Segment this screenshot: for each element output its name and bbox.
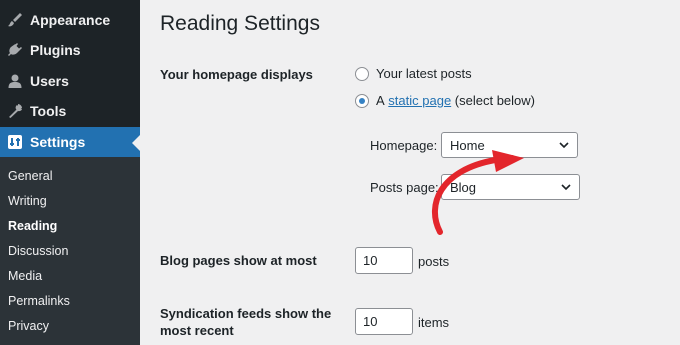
menu-item-appearance[interactable]: Appearance xyxy=(0,5,140,35)
submenu-item-media[interactable]: Media xyxy=(8,266,42,286)
menu-item-plugins[interactable]: Plugins xyxy=(0,35,140,65)
radio-static-page[interactable] xyxy=(355,93,369,108)
radio-latest-posts-label: Your latest posts xyxy=(376,66,472,81)
menu-label: Tools xyxy=(30,103,67,119)
menu-label: Users xyxy=(30,73,69,89)
submenu-item-privacy[interactable]: Privacy xyxy=(8,316,49,336)
blog-pages-input[interactable]: 10 xyxy=(355,247,413,274)
menu-label: Plugins xyxy=(30,42,81,58)
blog-pages-label: Blog pages show at most xyxy=(160,253,317,268)
chevron-down-icon xyxy=(559,142,569,149)
submenu-item-reading[interactable]: Reading xyxy=(8,216,57,236)
user-icon xyxy=(7,73,23,89)
radio-latest-posts-row[interactable]: Your latest posts xyxy=(355,66,472,81)
annotation-arrow xyxy=(431,150,524,235)
menu-item-settings[interactable]: Settings xyxy=(0,127,140,157)
reading-settings-panel: Reading Settings Your homepage displays … xyxy=(160,0,680,345)
radio-latest-posts[interactable] xyxy=(355,66,369,81)
radio-static-page-row[interactable]: A static page (select below) xyxy=(355,93,535,108)
syndication-unit: items xyxy=(418,315,450,330)
submenu-item-writing[interactable]: Writing xyxy=(8,191,47,211)
menu-item-users[interactable]: Users xyxy=(0,66,140,96)
syndication-input[interactable]: 10 xyxy=(355,308,413,335)
blog-pages-value: 10 xyxy=(363,253,378,268)
menu-label: Appearance xyxy=(30,12,111,28)
menu-item-tools[interactable]: Tools xyxy=(0,96,140,126)
syndication-label-line1: Syndication feeds show the xyxy=(160,306,332,321)
radio-static-suffix: (select below) xyxy=(454,93,535,108)
page-title: Reading Settings xyxy=(160,12,320,35)
radio-static-prefix: A xyxy=(376,93,385,108)
homepage-displays-label: Your homepage displays xyxy=(160,67,313,82)
settings-icon xyxy=(7,134,23,150)
submenu-item-discussion[interactable]: Discussion xyxy=(8,241,68,261)
chevron-down-icon xyxy=(561,184,571,191)
submenu-item-general[interactable]: General xyxy=(8,166,52,186)
static-page-link[interactable]: static page xyxy=(388,93,451,108)
paintbrush-icon xyxy=(7,12,23,28)
syndication-value: 10 xyxy=(363,314,378,329)
admin-sidebar: Appearance Plugins Users Tools Settings … xyxy=(0,0,140,345)
wrench-icon xyxy=(7,103,23,119)
syndication-label-line2: most recent xyxy=(160,323,234,338)
blog-pages-unit: posts xyxy=(418,254,450,269)
menu-label: Settings xyxy=(30,134,86,150)
settings-submenu: General Writing Reading Discussion Media… xyxy=(0,157,140,345)
plug-icon xyxy=(7,42,23,58)
submenu-item-permalinks[interactable]: Permalinks xyxy=(8,291,70,311)
